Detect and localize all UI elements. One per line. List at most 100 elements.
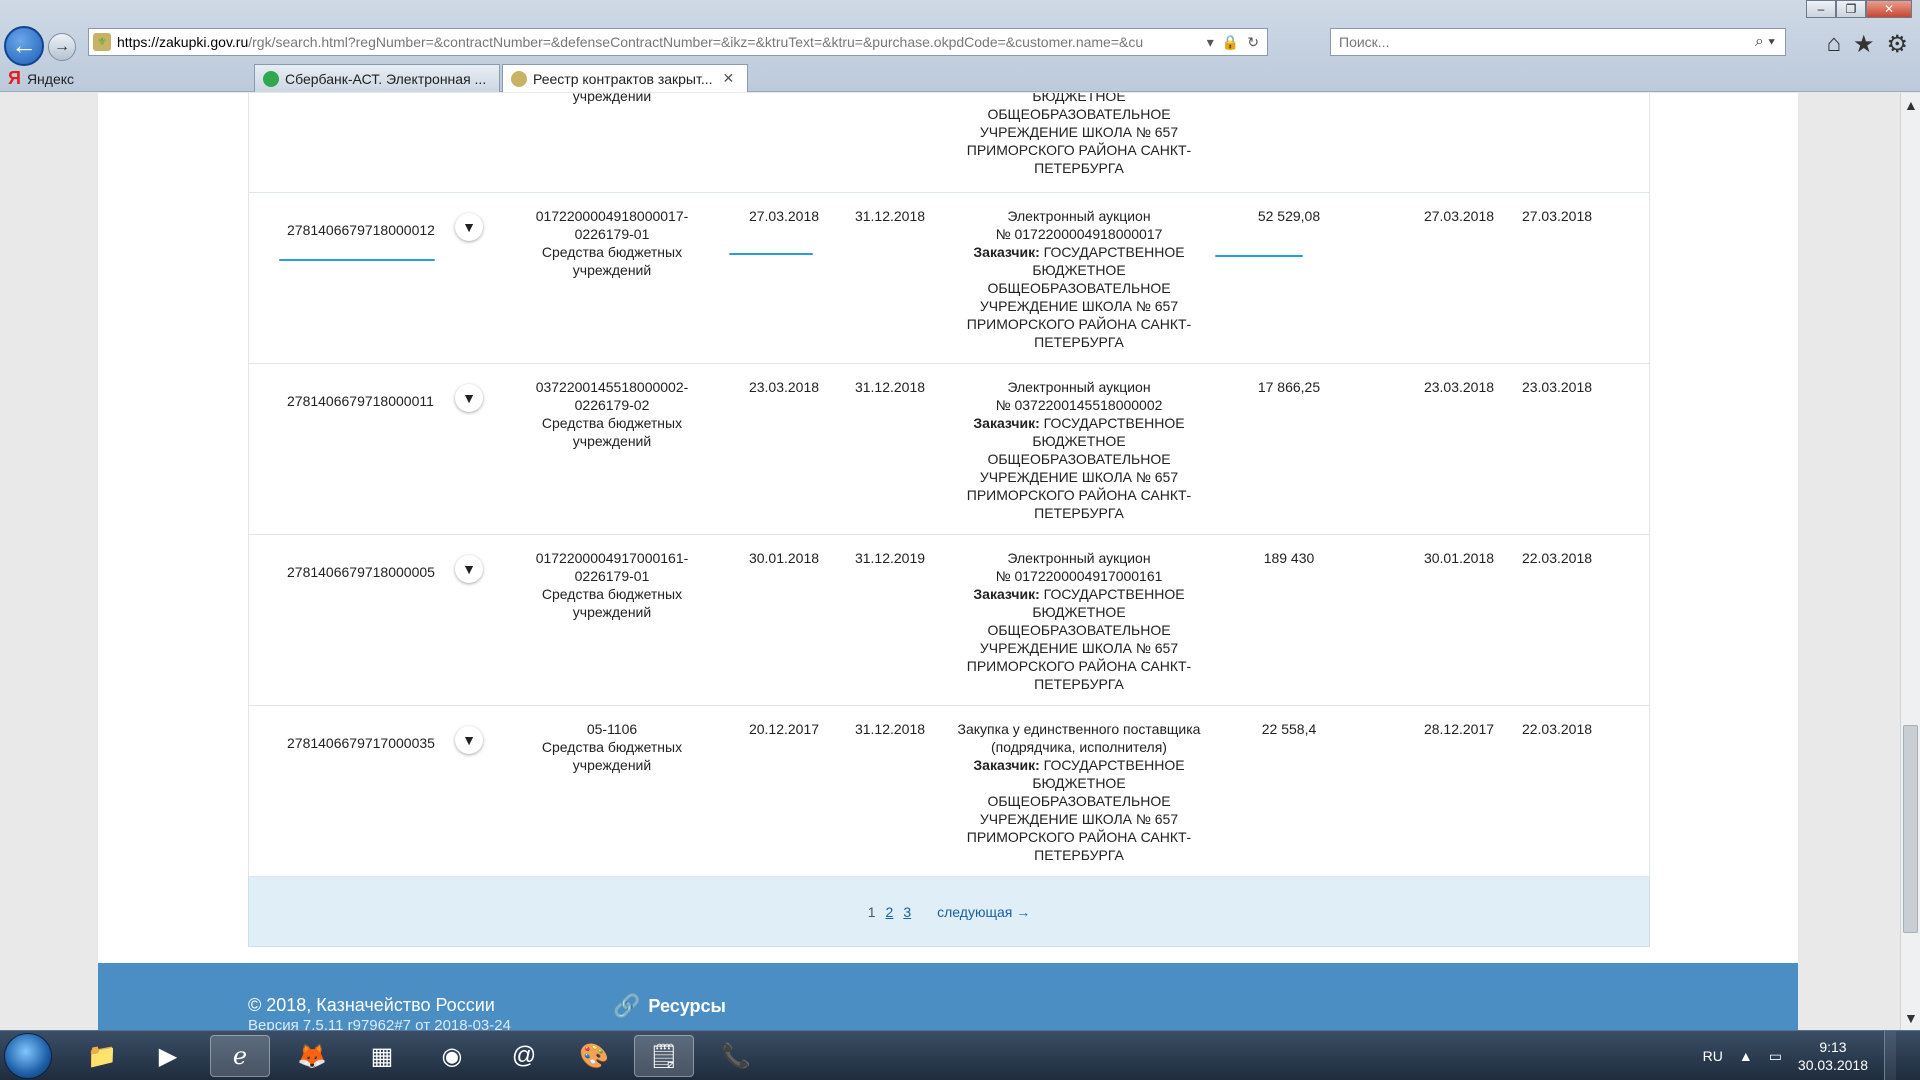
network-icon[interactable]: ▭ bbox=[1769, 1048, 1782, 1065]
bookmark-yandex[interactable]: Я Яндекс bbox=[8, 68, 74, 89]
tab-label: Реестр контрактов закрыт... bbox=[533, 70, 713, 87]
refresh-icon[interactable]: ↻ bbox=[1247, 34, 1259, 51]
customer-name: ПЕТЕРБУРГА bbox=[1034, 505, 1124, 521]
purchase-info: Закупка у единственного поставщика (подр… bbox=[929, 720, 1229, 864]
home-icon[interactable]: ⌂ bbox=[1826, 30, 1841, 59]
site-favicon-icon bbox=[511, 70, 527, 87]
purchase-line: БЮДЖЕТНОЕ bbox=[1032, 93, 1126, 104]
customer-name: БЮДЖЕТНОЕ bbox=[1032, 433, 1126, 449]
start-button[interactable] bbox=[4, 1033, 52, 1079]
maximize-button[interactable]: ❐ bbox=[1836, 0, 1866, 18]
search-box[interactable]: ⌕ ▾ bbox=[1330, 28, 1786, 56]
update-date: 27.03.2018 bbox=[1521, 208, 1593, 224]
purchase-info-tail: БЮДЖЕТНОЕ ОБЩЕОБРАЗОВАТЕЛЬНОЕ УЧРЕЖДЕНИЕ… bbox=[929, 93, 1229, 177]
customer-name: ОБЩЕОБРАЗОВАТЕЛЬНОЕ bbox=[987, 793, 1171, 809]
arrow-left-icon: ← bbox=[11, 30, 37, 60]
page-content: учреждений БЮДЖЕТНОЕ ОБЩЕОБРАЗОВАТЕЛЬНОЕ… bbox=[98, 93, 1798, 1030]
purchase-info: Электронный аукцион № 017220000491700016… bbox=[929, 549, 1229, 693]
customer-label: Заказчик: bbox=[973, 244, 1040, 260]
close-window-button[interactable]: ✕ bbox=[1866, 0, 1912, 18]
purchase-line: ОБЩЕОБРАЗОВАТЕЛЬНОЕ bbox=[987, 106, 1171, 122]
sberbank-favicon-icon bbox=[263, 70, 279, 87]
purchase-type: Электронный аукцион bbox=[1007, 379, 1151, 395]
pagination: 1 2 3 следующая → bbox=[248, 877, 1650, 947]
funding-source: учреждений bbox=[572, 604, 652, 620]
chrome-icon[interactable]: ◉ bbox=[422, 1035, 482, 1077]
purchase-number: № 0372200145518000002 bbox=[995, 397, 1163, 413]
customer-name: ОБЩЕОБРАЗОВАТЕЛЬНОЕ bbox=[987, 280, 1171, 296]
clock-time: 9:13 bbox=[1819, 1039, 1847, 1055]
customer-name: УЧРЕЖДЕНИЕ ШКОЛА № 657 bbox=[979, 640, 1179, 656]
page-2-link[interactable]: 2 bbox=[886, 904, 894, 920]
url-path: /rgk/search.html?regNumber=&contractNumb… bbox=[248, 34, 1144, 50]
funding-source: Средства бюджетных bbox=[541, 415, 683, 431]
page-3-link[interactable]: 3 bbox=[903, 904, 911, 920]
clock[interactable]: 9:13 30.03.2018 bbox=[1798, 1038, 1868, 1074]
purchase-number: № 0172200004917000161 bbox=[995, 568, 1163, 584]
footer-version: Версия 7.5.11 r97962#7 от 2018-03-24 bbox=[248, 1017, 511, 1030]
footer-resources-link[interactable]: 🔗 Ресурсы bbox=[613, 993, 726, 1019]
expand-row-button[interactable]: ▼ bbox=[455, 726, 483, 754]
purchase-type: Закупка у единственного поставщика bbox=[957, 721, 1201, 737]
vertical-scrollbar[interactable]: ▲ ▼ bbox=[1900, 93, 1920, 1030]
tab-contracts-registry[interactable]: Реестр контрактов закрыт... ✕ bbox=[502, 64, 748, 92]
contract-price: 22 558,4 bbox=[1261, 721, 1317, 737]
paint-icon[interactable]: 🎨 bbox=[564, 1035, 624, 1077]
next-page-link[interactable]: следующая → bbox=[937, 904, 1030, 920]
tab-label: Сбербанк-АСТ. Электронная ... bbox=[285, 70, 487, 87]
expand-row-button[interactable]: ▼ bbox=[455, 555, 483, 583]
chevron-down-icon: ▼ bbox=[462, 561, 476, 577]
firefox-icon[interactable]: 🦊 bbox=[282, 1035, 342, 1077]
bookmark-yandex-label: Яндекс bbox=[26, 70, 75, 87]
customer-name: ГОСУДАРСТВЕННОЕ bbox=[1043, 586, 1185, 602]
viber-icon[interactable]: 📞 bbox=[706, 1035, 766, 1077]
customer-line: Заказчик: ГОСУДАРСТВЕННОЕ bbox=[929, 243, 1229, 261]
mail-at-icon[interactable]: @ bbox=[494, 1035, 554, 1077]
tray-arrow-icon[interactable]: ▲ bbox=[1739, 1048, 1753, 1064]
notes-icon[interactable]: 🗒 bbox=[634, 1035, 694, 1077]
footer-resources-label: Ресурсы bbox=[648, 995, 726, 1016]
customer-name: ОБЩЕОБРАЗОВАТЕЛЬНОЕ bbox=[987, 451, 1171, 467]
contract-price: 17 866,25 bbox=[1257, 379, 1321, 395]
expand-row-button[interactable]: ▼ bbox=[455, 384, 483, 412]
expand-row-button[interactable]: ▼ bbox=[455, 213, 483, 241]
settings-gear-icon[interactable]: ⚙ bbox=[1886, 30, 1908, 59]
site-favicon-icon: ⚜ bbox=[93, 33, 111, 51]
language-indicator[interactable]: RU bbox=[1703, 1048, 1723, 1064]
table-row: 2781406679718000012 ▼ 017220000491800001… bbox=[249, 193, 1649, 364]
lock-icon[interactable]: 🔒 bbox=[1222, 34, 1239, 51]
scroll-thumb[interactable] bbox=[1903, 725, 1918, 933]
pen-underline bbox=[729, 253, 813, 255]
customer-name: БЮДЖЕТНОЕ bbox=[1032, 262, 1126, 278]
forward-button[interactable]: → bbox=[48, 33, 76, 61]
search-icon[interactable]: ⌕ ▾ bbox=[1745, 33, 1785, 51]
dropdown-icon[interactable]: ▾ bbox=[1207, 34, 1214, 51]
file-explorer-icon[interactable]: 📁 bbox=[72, 1035, 132, 1077]
scroll-up-icon[interactable]: ▲ bbox=[1904, 97, 1918, 113]
search-input[interactable] bbox=[1339, 34, 1745, 50]
table-row: 2781406679717000035 ▼ 05-1106 Средства б… bbox=[249, 706, 1649, 877]
back-button[interactable]: ← bbox=[4, 26, 44, 66]
arrow-right-icon: → bbox=[54, 38, 70, 55]
windows-taskbar: 📁 ▶ ℯ 🦊 ▦ ◉ @ 🎨 🗒 📞 RU ▲ ▭ 9:13 30.03.20… bbox=[0, 1030, 1920, 1080]
media-player-icon[interactable]: ▶ bbox=[138, 1035, 198, 1077]
internet-explorer-icon[interactable]: ℯ bbox=[210, 1035, 270, 1077]
customer-name: ГОСУДАРСТВЕННОЕ bbox=[1043, 244, 1185, 260]
customer-name: ПРИМОРСКОГО РАЙОНА САНКТ- bbox=[966, 829, 1192, 845]
address-bar[interactable]: ⚜ https://zakupki.gov.ru /rgk/search.htm… bbox=[88, 28, 1268, 56]
conclusion-date: 27.03.2018 bbox=[748, 208, 820, 224]
contract-number: 0172200004917000161- 0226179-01 Средства… bbox=[507, 549, 717, 621]
close-tab-icon[interactable]: ✕ bbox=[723, 70, 735, 87]
tab-sberbank[interactable]: Сбербанк-АСТ. Электронная ... bbox=[254, 64, 500, 92]
customer-name: ПРИМОРСКОГО РАЙОНА САНКТ- bbox=[966, 658, 1192, 674]
favorites-star-icon[interactable]: ★ bbox=[1853, 30, 1875, 59]
show-desktop-button[interactable] bbox=[1884, 1031, 1896, 1080]
customer-name: УЧРЕЖДЕНИЕ ШКОЛА № 657 bbox=[979, 298, 1179, 314]
customer-name: ГОСУДАРСТВЕННОЕ bbox=[1043, 415, 1185, 431]
scroll-down-icon[interactable]: ▼ bbox=[1904, 1010, 1918, 1026]
calculator-icon[interactable]: ▦ bbox=[352, 1035, 412, 1077]
site-footer: © 2018, Казначейство России Версия 7.5.1… bbox=[98, 963, 1798, 1030]
yandex-logo-icon: Я bbox=[8, 68, 21, 88]
minimize-button[interactable]: – bbox=[1806, 0, 1836, 18]
purchase-line: УЧРЕЖДЕНИЕ ШКОЛА № 657 bbox=[979, 124, 1179, 140]
